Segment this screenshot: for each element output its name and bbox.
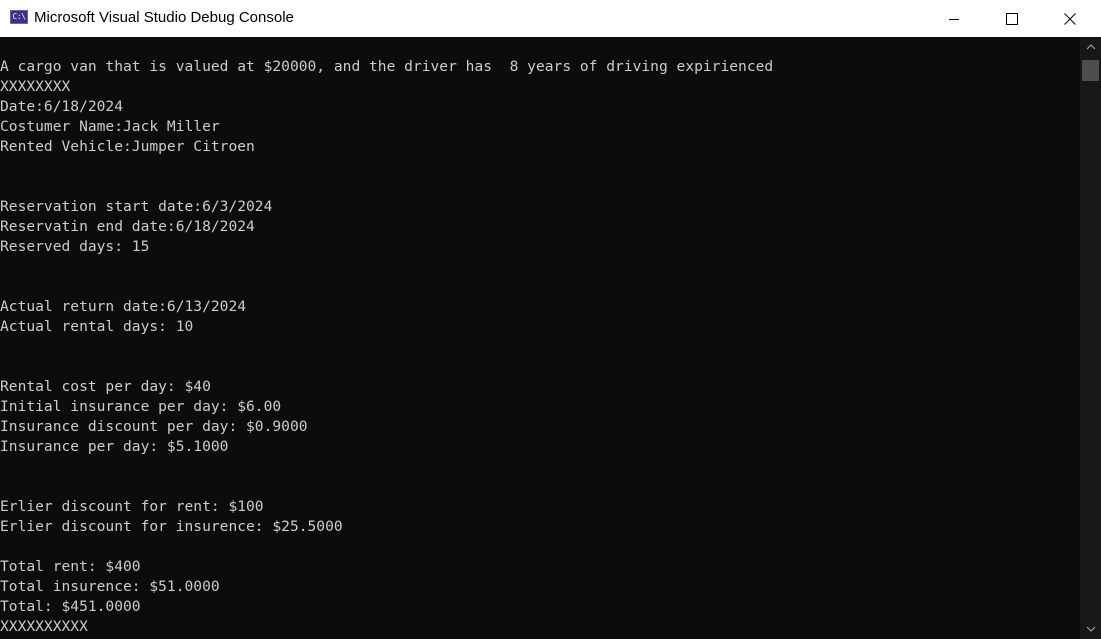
chevron-up-icon bbox=[1086, 44, 1095, 50]
console-line: Insurance discount per day: $0.9000 bbox=[0, 418, 308, 435]
console-line: Erlier discount for insurence: $25.5000 bbox=[0, 518, 343, 535]
window-title: Microsoft Visual Studio Debug Console bbox=[34, 9, 294, 26]
minimize-icon bbox=[949, 18, 959, 20]
maximize-button[interactable] bbox=[983, 0, 1041, 37]
console-line: Reservation start date:6/3/2024 bbox=[0, 198, 273, 215]
chevron-down-icon bbox=[1086, 626, 1095, 632]
scroll-up-button[interactable] bbox=[1080, 37, 1101, 57]
console-line: Reserved days: 15 bbox=[0, 238, 150, 255]
title-bar[interactable]: C:\ Microsoft Visual Studio Debug Consol… bbox=[0, 0, 1101, 37]
console-line: Actual rental days: 10 bbox=[0, 318, 194, 335]
maximize-icon bbox=[1006, 12, 1018, 25]
console-line: Costumer Name:Jack Miller bbox=[0, 118, 220, 135]
scroll-thumb[interactable] bbox=[1082, 60, 1099, 81]
close-icon bbox=[1064, 12, 1076, 25]
minimize-button[interactable] bbox=[925, 0, 983, 37]
scroll-down-button[interactable] bbox=[1080, 619, 1101, 639]
vertical-scrollbar[interactable] bbox=[1080, 37, 1101, 639]
console-line: Rented Vehicle:Jumper Citroen bbox=[0, 138, 255, 155]
console-line: Reservatin end date:6/18/2024 bbox=[0, 218, 255, 235]
console-line: XXXXXXXX bbox=[0, 78, 71, 95]
console-line: Insurance per day: $5.1000 bbox=[0, 438, 229, 455]
console-line: Initial insurance per day: $6.00 bbox=[0, 398, 282, 415]
close-button[interactable] bbox=[1041, 0, 1099, 37]
console-lines: A cargo van that is valued at $20000, an… bbox=[0, 57, 773, 637]
console-line: Erlier discount for rent: $100 bbox=[0, 498, 264, 515]
console-line: Rental cost per day: $40 bbox=[0, 378, 211, 395]
console-line: Total rent: $400 bbox=[0, 558, 141, 575]
console-line: A cargo van that is valued at $20000, an… bbox=[0, 58, 774, 75]
console-line: Total insurence: $51.0000 bbox=[0, 578, 220, 595]
console-app-icon: C:\ bbox=[10, 10, 28, 24]
console-line: Date:6/18/2024 bbox=[0, 98, 124, 115]
console-line: Total: $451.0000 bbox=[0, 598, 141, 615]
console-output[interactable]: A cargo van that is valued at $20000, an… bbox=[0, 37, 1080, 639]
console-line: XXXXXXXXXX bbox=[0, 618, 88, 635]
console-line: Actual return date:6/13/2024 bbox=[0, 298, 247, 315]
